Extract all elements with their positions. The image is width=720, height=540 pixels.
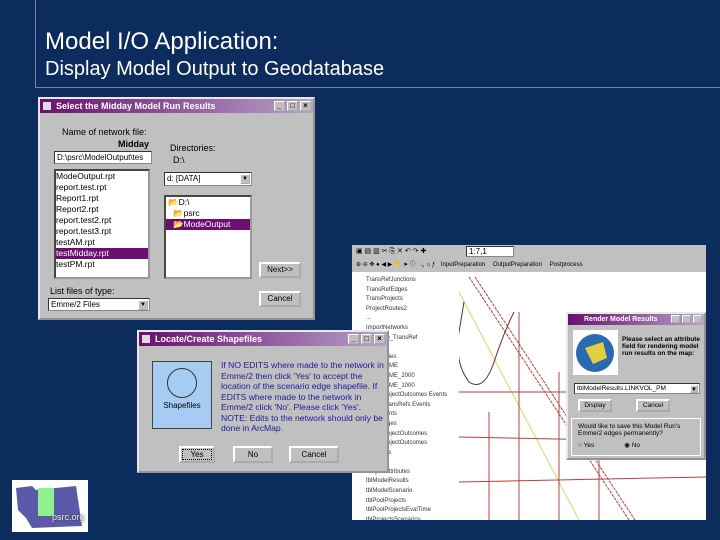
standard-toolbar: ▣ ▤ ▥ ✂ ⎘ ✕ ↶ ↷ ✚ 1:7,1	[352, 245, 706, 258]
toc-item[interactable]: tblModelScenario	[366, 487, 459, 497]
prompt-text: Please select an attribute field for ren…	[622, 336, 701, 357]
globe-icon	[573, 330, 618, 375]
message-text: If NO EDITS where made to the network in…	[221, 360, 384, 433]
file-item[interactable]: testPM.rpt	[56, 259, 148, 270]
next-button[interactable]: Next>>	[259, 262, 301, 278]
toc-item[interactable]: tblPoolProjects	[366, 497, 459, 507]
cancel-button[interactable]: Cancel	[636, 399, 670, 412]
chevron-down-icon[interactable]: ▼	[690, 385, 698, 393]
close-button[interactable]	[693, 315, 702, 323]
titlebar: Render Model Results	[568, 314, 704, 325]
slide-title: Model I/O Application:	[45, 28, 279, 55]
titlebar: Locate/Create Shapefiles _ □ ×	[139, 332, 387, 346]
no-button[interactable]: No	[233, 446, 273, 463]
file-item-selected[interactable]: testMidday.rpt	[56, 248, 148, 259]
shapefiles-dialog: Locate/Create Shapefiles _ □ × Shapefiles …	[137, 330, 389, 473]
close-button[interactable]: ×	[300, 101, 311, 111]
toolbar-postprocess[interactable]: Postprocess	[550, 262, 583, 268]
divider-vertical	[35, 0, 36, 88]
toc-item[interactable]: TransRefJunctions	[366, 276, 459, 286]
file-item[interactable]: report.test3.rpt	[56, 226, 148, 237]
file-item[interactable]: report.test2.rpt	[56, 215, 148, 226]
minimize-button[interactable]	[671, 315, 680, 323]
filetype-label: List files of type:	[50, 286, 115, 296]
slide-subtitle: Display Model Output to Geodatabase	[45, 58, 385, 80]
minimize-button[interactable]: _	[274, 101, 285, 111]
radio-no[interactable]: ◉ No	[624, 442, 640, 449]
icon-label: Shapefiles	[163, 401, 201, 410]
window-icon	[43, 102, 51, 110]
path-input[interactable]: D:\psrc\ModelOutput\tes	[54, 151, 152, 164]
file-item[interactable]: testAM.rpt	[56, 237, 148, 248]
folder-list[interactable]: 📂D:\ 📂psrc 📂ModeOutput	[164, 195, 252, 279]
tool-icons[interactable]: ⊕ ⊖ ✥ ● ◀ ▶ ✋ ➤ ⓘ 🔍 ⌂ ƒ	[356, 262, 435, 268]
cancel-button[interactable]: Cancel	[289, 446, 339, 463]
folder-item[interactable]: 📂psrc	[166, 208, 250, 219]
psrc-logo: psrc.org	[12, 480, 88, 532]
directories-label: Directories:	[170, 143, 216, 153]
directory-value: D:\	[173, 155, 185, 165]
display-button[interactable]: Display	[578, 399, 612, 412]
toolbar-input-preparation[interactable]: InputPreparation	[441, 262, 485, 268]
save-question: Would like to save this Model Run's Emme…	[578, 423, 681, 437]
minimize-button[interactable]: _	[348, 334, 359, 344]
toolbar-icons[interactable]: ▣ ▤ ▥ ✂ ⎘ ✕ ↶ ↷ ✚	[356, 248, 426, 255]
drive-value: d: [DATA]	[167, 174, 201, 183]
washington-map-icon	[16, 486, 82, 528]
file-item[interactable]: Report1.rpt	[56, 193, 148, 204]
file-list[interactable]: ModeOutput.rpt report.test.rpt Report1.r…	[54, 169, 150, 279]
file-item[interactable]: Report2.rpt	[56, 204, 148, 215]
toc-item[interactable]: ...	[366, 314, 459, 324]
drive-select[interactable]: d: [DATA] ▼	[164, 172, 252, 186]
divider-horizontal	[35, 87, 720, 88]
maximize-button[interactable]: □	[287, 101, 298, 111]
network-label: Name of network file:	[62, 127, 147, 137]
toc-item[interactable]: ProjectRoutes2	[366, 305, 459, 315]
toc-item[interactable]: tblProjectsScenarios	[366, 516, 459, 520]
toc-item[interactable]: tblModelResults	[366, 477, 459, 487]
cancel-button[interactable]: Cancel	[259, 291, 301, 307]
toc-item[interactable]: TransRefEdges	[366, 286, 459, 296]
dialog-title: Select the Midday Model Run Results	[56, 101, 216, 111]
toolbar-output-preparation[interactable]: OutputPreparation	[493, 262, 542, 268]
save-options: ○ Yes ◉ No	[578, 441, 694, 449]
shapefiles-icon: Shapefiles	[152, 361, 212, 429]
yes-button[interactable]: Yes	[179, 446, 215, 463]
save-group: Would like to save this Model Run's Emme…	[571, 418, 701, 456]
window-icon	[142, 335, 150, 343]
dialog-title: Locate/Create Shapefiles	[155, 334, 263, 344]
logo-text: psrc.org	[52, 512, 85, 522]
dialog-title: Render Model Results	[584, 316, 658, 323]
filetype-value: Emme/2 Files	[51, 300, 100, 309]
maximize-button[interactable]	[682, 315, 691, 323]
attribute-field-select[interactable]: tblModelResults.LINKVOL_PM ▼	[574, 383, 700, 394]
file-item[interactable]: report.test.rpt	[56, 182, 148, 193]
radio-yes[interactable]: ○ Yes	[578, 442, 594, 449]
close-button[interactable]: ×	[374, 334, 385, 344]
tools-toolbar: ⊕ ⊖ ✥ ● ◀ ▶ ✋ ➤ ⓘ 🔍 ⌂ ƒ InputPreparation…	[352, 259, 706, 272]
attribute-field-value: tblModelResults.LINKVOL_PM	[577, 385, 666, 392]
file-item[interactable]: ModeOutput.rpt	[56, 171, 148, 182]
select-results-dialog: Select the Midday Model Run Results _ □ × …	[38, 97, 315, 320]
folder-item-selected[interactable]: 📂ModeOutput	[166, 219, 250, 230]
render-results-dialog: Render Model Results Please select an at…	[566, 312, 706, 460]
globe-icon	[167, 368, 197, 398]
filetype-select[interactable]: Emme/2 Files ▼	[48, 298, 150, 311]
period-label: Midday	[118, 139, 150, 149]
titlebar: Select the Midday Model Run Results _ □ ×	[40, 99, 313, 113]
toc-item[interactable]: TransProjects	[366, 295, 459, 305]
toc-item[interactable]: tblPoolProjectsEvalTime	[366, 506, 459, 516]
maximize-button[interactable]: □	[361, 334, 372, 344]
folder-item[interactable]: 📂D:\	[166, 197, 250, 208]
chevron-down-icon[interactable]: ▼	[240, 174, 250, 184]
scale-input[interactable]: 1:7,1	[466, 246, 514, 257]
chevron-down-icon[interactable]: ▼	[138, 300, 148, 310]
